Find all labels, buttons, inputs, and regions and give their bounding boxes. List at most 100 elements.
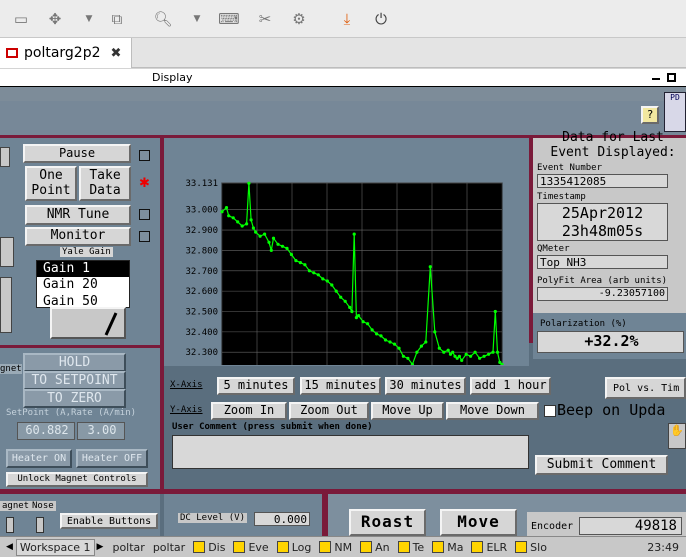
keyboard-icon[interactable]: ⌨ [218, 8, 240, 30]
workspace-switcher[interactable]: Workspace 1 [15, 538, 95, 556]
copy-icon[interactable]: ⧉ [106, 8, 128, 30]
window-icon[interactable]: ▭ [10, 8, 32, 30]
tab-poltarg2p2[interactable]: poltarg2p2 ✖ [0, 38, 132, 68]
gear-icon[interactable]: ⚙ [288, 8, 310, 30]
move-button[interactable]: Move [440, 509, 517, 536]
data-point [460, 358, 464, 362]
taskbar-item[interactable]: poltar [150, 539, 188, 556]
data-point [370, 328, 374, 332]
to-zero-button[interactable]: TO ZERO [23, 389, 126, 408]
taskbar-item-label: poltar [112, 540, 145, 554]
pause-checkbox[interactable] [139, 150, 150, 161]
data-point [419, 344, 423, 348]
data-point [451, 350, 455, 354]
zoom-icon[interactable]: 🔍︎ [152, 8, 174, 30]
hand-icon[interactable]: ✋ [668, 423, 686, 449]
taskbar-item[interactable]: poltar [109, 539, 147, 556]
download-icon[interactable]: ⤓ [336, 8, 358, 30]
x-30-minutes-button[interactable]: 30 minutes [385, 377, 466, 395]
scroll-handle[interactable] [0, 147, 10, 167]
taskbar-item-label: ELR [486, 540, 508, 554]
chevron-down-icon[interactable]: ▼ [186, 8, 208, 30]
taskbar-item-label: NM [334, 540, 353, 554]
to-setpoint-button[interactable]: TO SETPOINT [23, 371, 126, 390]
move-icon[interactable]: ✥ [44, 8, 66, 30]
monitor-checkbox[interactable] [139, 231, 150, 242]
roast-button[interactable]: Roast [349, 509, 426, 536]
taskbar-item-label: poltar [152, 540, 186, 554]
wrench-icon[interactable]: ✂ [254, 8, 276, 30]
app-icon [6, 48, 18, 58]
heater-on-button[interactable]: Heater ON [6, 449, 72, 468]
heater-off-button[interactable]: Heater OFF [76, 449, 148, 468]
data-point [307, 269, 311, 273]
scroll-handle[interactable] [0, 277, 12, 333]
taskbar-item-label: Eve [248, 540, 269, 554]
close-icon[interactable]: ✖ [111, 46, 122, 61]
nmr-tune-checkbox[interactable] [139, 209, 150, 220]
x-add-1-hour-button[interactable]: add 1 hour [470, 377, 551, 395]
pol-vs-time-button[interactable]: Pol vs. Tim [605, 377, 686, 399]
data-point [383, 338, 388, 342]
comment-input[interactable] [172, 435, 529, 469]
taskbar-item[interactable]: ELR [468, 539, 510, 556]
take-data-indicator: ✱ [139, 176, 150, 191]
taskbar-item[interactable]: Eve [230, 539, 271, 556]
hold-button[interactable]: HOLD [23, 353, 126, 372]
app-icon [360, 541, 373, 553]
data-point [348, 305, 352, 309]
one-point-button[interactable]: One Point [25, 166, 77, 201]
take-data-button[interactable]: Take Data [79, 166, 131, 201]
minimize-icon[interactable] [652, 78, 660, 80]
taskbar-item[interactable]: Te [395, 539, 428, 556]
nmr-tune-button[interactable]: NMR Tune [25, 205, 131, 225]
beep-label: Beep on Upda [557, 401, 666, 419]
tab-title: poltarg2p2 [24, 45, 101, 61]
chevron-down-icon[interactable]: ▼ [78, 8, 100, 30]
pause-button[interactable]: Pause [23, 144, 131, 163]
event-number-label: Event Number [537, 163, 603, 173]
y-move-up-button[interactable]: Move Up [371, 402, 444, 420]
setpoint-field[interactable]: 60.882 [17, 422, 75, 440]
nose-toggle[interactable] [36, 517, 44, 533]
workspace-arrow-icon[interactable]: ▶ [97, 542, 104, 552]
y-zoom-in-button[interactable]: Zoom In [211, 402, 287, 420]
plug-icon[interactable]: ⏻ [370, 8, 392, 30]
taskbar-item[interactable]: Ma [429, 539, 466, 556]
maximize-icon[interactable] [667, 73, 676, 82]
y-move-down-button[interactable]: Move Down [446, 402, 539, 420]
taskbar-item[interactable]: Log [274, 539, 315, 556]
data-point [269, 248, 273, 252]
gain-dial[interactable] [50, 307, 126, 339]
app-icon [276, 541, 289, 553]
x-15-minutes-button[interactable]: 15 minutes [300, 377, 381, 395]
taskbar-item-label: Slo [530, 540, 547, 554]
monitor-button[interactable]: Monitor [25, 227, 131, 246]
workspace-arrow-icon[interactable]: ◀ [6, 542, 13, 552]
x-5-minutes-button[interactable]: 5 minutes [217, 377, 295, 395]
data-point [357, 314, 361, 318]
data-point [339, 295, 343, 299]
gain-option[interactable]: Gain 50 [37, 293, 129, 307]
scroll-handle[interactable] [0, 237, 14, 267]
gain-list[interactable]: Gain 1 Gain 20 Gain 50 [36, 260, 130, 308]
taskbar-item[interactable]: An [357, 539, 393, 556]
nose-label: Nose [30, 501, 56, 511]
gain-option[interactable]: Gain 20 [37, 277, 129, 293]
data-point [334, 289, 338, 293]
taskbar-item[interactable]: NM [316, 539, 355, 556]
submit-comment-button[interactable]: Submit Comment [535, 455, 668, 475]
taskbar-item[interactable]: Slo [512, 539, 550, 556]
rate-field[interactable]: 3.00 [77, 422, 125, 440]
help-button[interactable]: ? [641, 106, 659, 124]
gain-option[interactable]: Gain 1 [37, 261, 129, 277]
data-point [415, 350, 419, 354]
y-zoom-out-button[interactable]: Zoom Out [289, 402, 369, 420]
magnet-toggle[interactable] [6, 517, 14, 533]
data-point [249, 218, 253, 222]
data-point [433, 330, 437, 334]
enable-buttons-button[interactable]: Enable Buttons [60, 513, 158, 529]
taskbar-item[interactable]: Dis [190, 539, 228, 556]
unlock-magnet-button[interactable]: Unlock Magnet Controls [6, 472, 148, 487]
beep-checkbox[interactable] [544, 405, 556, 417]
